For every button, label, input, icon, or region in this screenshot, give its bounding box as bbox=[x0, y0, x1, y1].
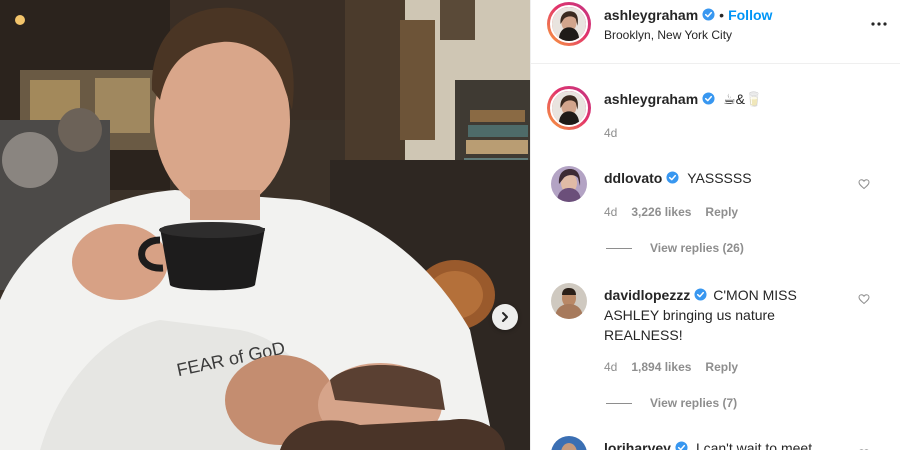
comment-avatar-loriharvey[interactable] bbox=[551, 436, 587, 450]
caption-timestamp[interactable]: 4d bbox=[604, 126, 617, 140]
comment-text: I can't wait to meet bbox=[695, 440, 813, 450]
post-header: ashleygraham • Follow Brooklyn, New York C… bbox=[531, 0, 900, 64]
post-side-panel: ashleygraham • Follow Brooklyn, New York C… bbox=[530, 0, 900, 450]
comment-username[interactable]: ddlovato bbox=[604, 170, 662, 186]
follow-button[interactable]: Follow bbox=[728, 7, 772, 23]
comment-timestamp[interactable]: 4d bbox=[604, 205, 617, 219]
verified-badge-icon bbox=[702, 92, 715, 105]
separator-dot: • bbox=[719, 7, 725, 23]
verified-badge-icon bbox=[675, 441, 688, 450]
comment-text: YASSSSS bbox=[687, 170, 752, 186]
commenter-avatar-image bbox=[551, 166, 587, 202]
comment-line-2: davidlopezzz C'MON MISS ASHLEY bringing … bbox=[604, 285, 844, 345]
author-avatar-image bbox=[552, 7, 586, 41]
author-username[interactable]: ashleygraham bbox=[604, 7, 698, 23]
author-line: ashleygraham • Follow bbox=[604, 7, 772, 23]
comment-line-3: loriharvey I can't wait to meet bbox=[604, 440, 812, 450]
comment-username[interactable]: davidlopezzz bbox=[604, 287, 690, 303]
replies-divider-line bbox=[606, 247, 632, 249]
cafe-photo-image: FEAR of GoD bbox=[0, 0, 530, 450]
post-location[interactable]: Brooklyn, New York City bbox=[604, 28, 732, 42]
author-avatar[interactable] bbox=[547, 2, 591, 46]
chevron-right-icon bbox=[502, 312, 508, 322]
comment-meta-2: 4d 1,894 likes Reply bbox=[604, 360, 738, 374]
commenter-avatar-image bbox=[551, 283, 587, 319]
comment-line-1: ddlovato YASSSSS bbox=[604, 170, 752, 186]
heart-outline-icon[interactable] bbox=[858, 178, 870, 190]
more-horizontal-icon[interactable] bbox=[871, 16, 887, 32]
comment-avatar-ddlovato[interactable] bbox=[551, 166, 587, 202]
view-replies-button[interactable]: View replies (26) bbox=[606, 241, 744, 255]
caption-avatar-image bbox=[552, 91, 586, 125]
post-photo[interactable]: FEAR of GoD bbox=[0, 0, 530, 450]
comment-likes[interactable]: 1,894 likes bbox=[631, 360, 691, 374]
comment-likes[interactable]: 3,226 likes bbox=[631, 205, 691, 219]
verified-badge-icon bbox=[694, 288, 707, 301]
reply-button[interactable]: Reply bbox=[705, 205, 738, 219]
verified-badge-icon bbox=[702, 8, 715, 21]
caption-text: ☕&🥛 bbox=[723, 91, 763, 107]
commenter-avatar-image bbox=[551, 436, 587, 450]
caption-author-username[interactable]: ashleygraham bbox=[604, 91, 698, 107]
reply-button[interactable]: Reply bbox=[705, 360, 738, 374]
comment-meta-1: 4d 3,226 likes Reply bbox=[604, 205, 738, 219]
caption-author-avatar[interactable] bbox=[547, 86, 591, 130]
verified-badge-icon bbox=[666, 171, 679, 184]
comment-avatar-davidlopezzz[interactable] bbox=[551, 283, 587, 319]
next-photo-button[interactable] bbox=[492, 304, 518, 330]
heart-outline-icon[interactable] bbox=[858, 293, 870, 305]
comment-username[interactable]: loriharvey bbox=[604, 440, 671, 450]
view-replies-label: View replies (7) bbox=[650, 396, 738, 410]
comment-timestamp[interactable]: 4d bbox=[604, 360, 617, 374]
caption-line: ashleygraham ☕&🥛 bbox=[604, 91, 762, 108]
view-replies-label: View replies (26) bbox=[650, 241, 744, 255]
replies-divider-line bbox=[606, 402, 632, 404]
view-replies-button[interactable]: View replies (7) bbox=[606, 396, 737, 410]
